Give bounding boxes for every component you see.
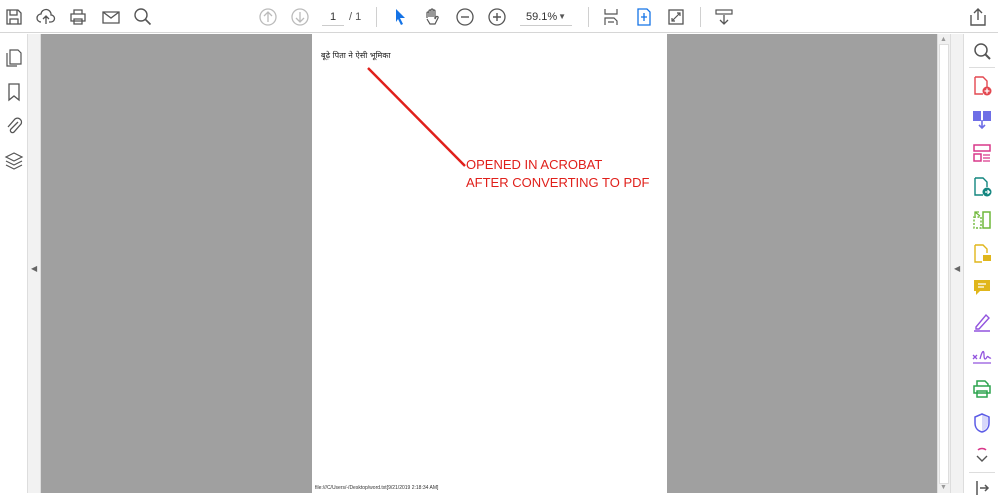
annotation-line-2: AFTER CONVERTING TO PDF: [466, 175, 650, 190]
chevron-down-icon: ▼: [558, 12, 566, 21]
chevron-left-icon: ◀: [954, 264, 961, 273]
divider: [588, 7, 589, 27]
email-icon[interactable]: [100, 6, 122, 28]
divider: [969, 67, 995, 68]
fit-page-icon[interactable]: [600, 6, 622, 28]
create-pdf-icon[interactable]: [971, 75, 993, 97]
main-toolbar: 1 / 1 59.1% ▼: [0, 0, 998, 33]
print-icon[interactable]: [67, 6, 89, 28]
export-pdf-icon[interactable]: [971, 176, 993, 198]
attachment-icon[interactable]: [3, 115, 25, 137]
print-production-icon[interactable]: [971, 378, 993, 400]
scrollbar-thumb[interactable]: [939, 44, 949, 484]
pdf-page: बूढ़े पिता ने ऐसी भूमिका OPENED IN ACROB…: [312, 34, 667, 493]
more-tools-chevron-icon[interactable]: [971, 445, 993, 467]
divider: [376, 7, 377, 27]
left-pane-toggle[interactable]: ◀: [28, 34, 41, 493]
share-icon[interactable]: [967, 6, 989, 28]
request-signature-icon[interactable]: [971, 344, 993, 366]
protect-icon[interactable]: [971, 412, 993, 434]
zoom-value: 59.1%: [526, 11, 558, 23]
page-number-input[interactable]: 1: [322, 8, 344, 26]
scrolling-mode-icon[interactable]: [633, 6, 655, 28]
zoom-level-select[interactable]: 59.1% ▼: [520, 8, 572, 26]
right-pane-toggle[interactable]: ◀: [950, 34, 963, 493]
annotation-line-1: OPENED IN ACROBAT: [466, 157, 603, 172]
page-total: / 1: [349, 11, 362, 23]
full-screen-icon[interactable]: [665, 6, 687, 28]
comment-file-icon[interactable]: [971, 243, 993, 265]
zoom-in-button[interactable]: [486, 6, 508, 28]
zoom-search-icon[interactable]: [971, 40, 993, 62]
organize-pages-icon[interactable]: [971, 142, 993, 164]
read-mode-icon[interactable]: [713, 6, 735, 28]
scroll-up-icon[interactable]: ▲: [940, 36, 947, 43]
vertical-scrollbar[interactable]: ▲ ▼: [937, 34, 950, 493]
layers-icon[interactable]: [3, 150, 25, 172]
comment-icon[interactable]: [971, 277, 993, 299]
annotation-text: OPENED IN ACROBAT AFTER CONVERTING TO PD…: [466, 156, 649, 192]
save-icon[interactable]: [3, 6, 25, 28]
page-footer: file:///C/Users/-/Desktop/word.txt[9/21/…: [315, 485, 439, 491]
cloud-upload-icon[interactable]: [35, 6, 57, 28]
tools-pane: [963, 34, 998, 495]
combine-files-icon[interactable]: [971, 108, 993, 130]
left-navigation-pane: [0, 34, 28, 493]
collapse-pane-icon[interactable]: [971, 476, 993, 498]
scroll-down-icon[interactable]: ▼: [940, 484, 947, 491]
page-thumbnails-icon[interactable]: [3, 47, 25, 69]
divider: [700, 7, 701, 27]
zoom-out-button[interactable]: [454, 6, 476, 28]
select-tool-icon[interactable]: [389, 6, 411, 28]
bookmark-icon[interactable]: [3, 81, 25, 103]
search-icon[interactable]: [132, 6, 154, 28]
edit-pdf-icon[interactable]: [971, 209, 993, 231]
previous-page-button[interactable]: [257, 6, 279, 28]
next-page-button[interactable]: [289, 6, 311, 28]
hand-tool-icon[interactable]: [421, 6, 443, 28]
document-viewer: बूढ़े पिता ने ऐसी भूमिका OPENED IN ACROB…: [41, 34, 937, 493]
divider: [969, 472, 995, 473]
annotation-arrow: [367, 67, 466, 167]
fill-sign-icon[interactable]: [971, 311, 993, 333]
chevron-left-icon: ◀: [31, 264, 38, 273]
